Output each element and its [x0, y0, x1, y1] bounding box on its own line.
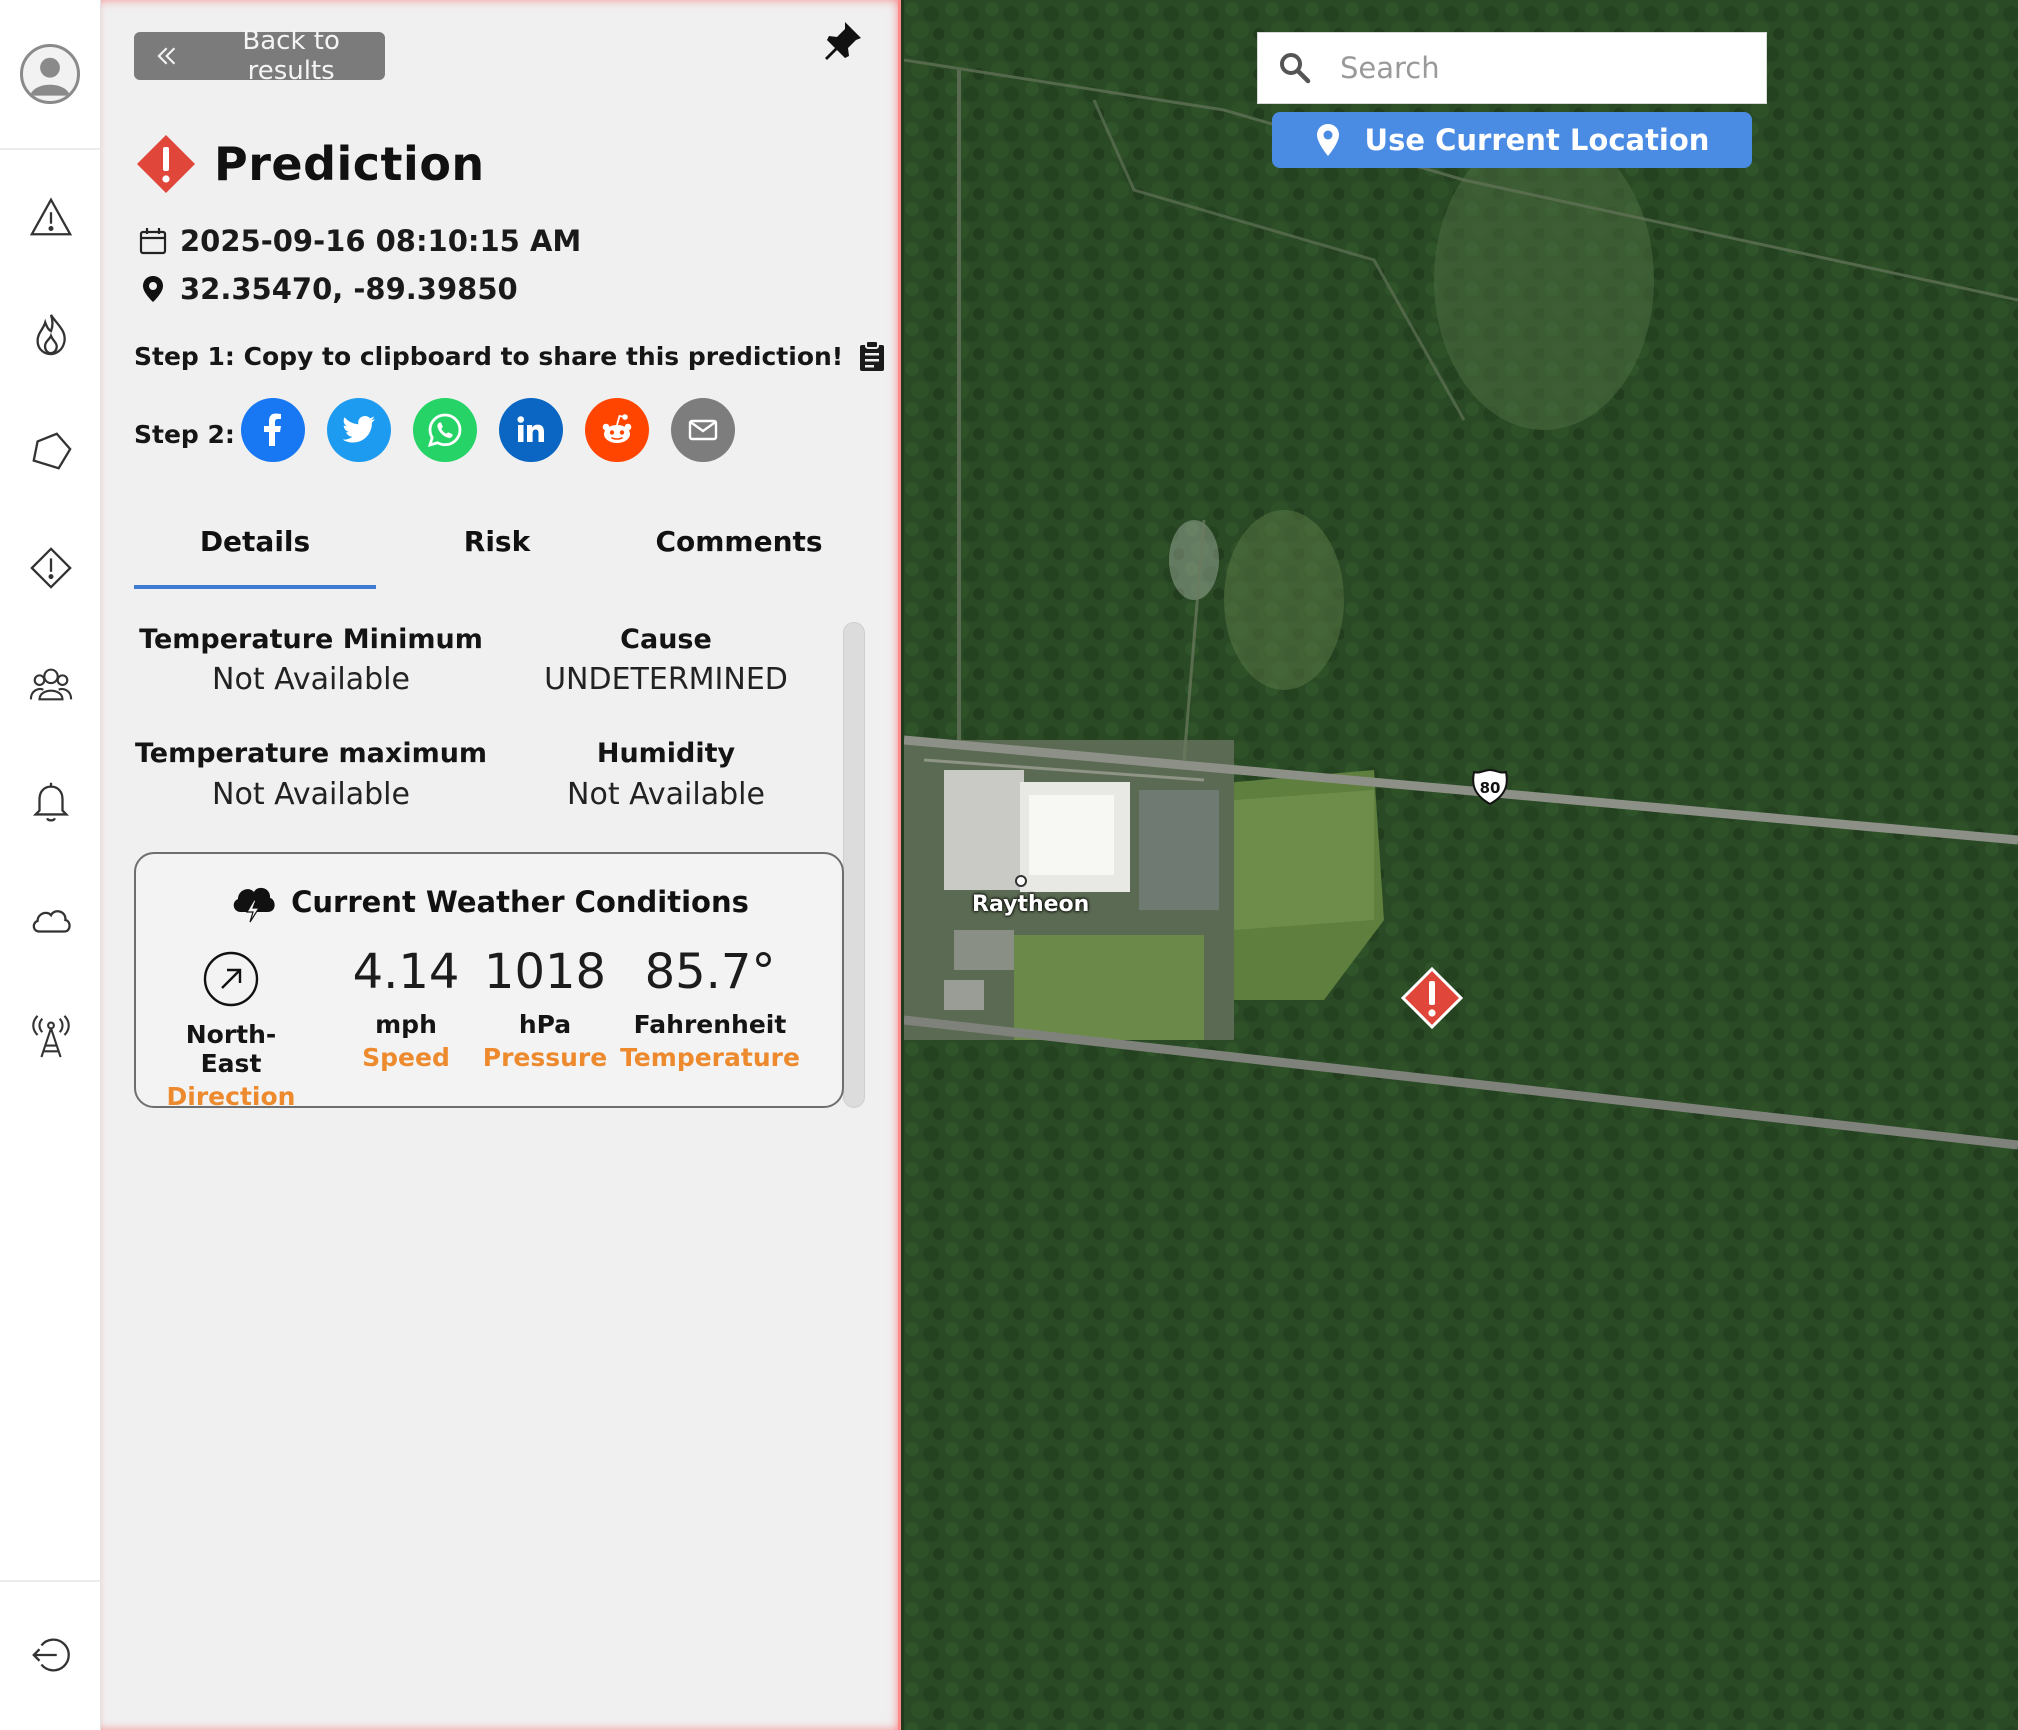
cloud-icon[interactable]	[27, 896, 75, 944]
temperature-maximum-label: Temperature maximum	[134, 738, 488, 769]
search-input[interactable]	[1340, 51, 1740, 85]
double-chevron-left-icon	[157, 47, 176, 65]
temperature-minimum-label: Temperature Minimum	[139, 624, 483, 655]
tab-details[interactable]: Details	[134, 525, 376, 558]
facebook-icon	[264, 413, 281, 446]
highway-shield-number: 80	[1480, 779, 1501, 797]
whatsapp-icon	[427, 413, 462, 448]
back-to-results-button[interactable]: Back to results	[134, 26, 385, 86]
temperature: 85.7° Fahrenheit Temperature	[620, 942, 800, 1072]
speed-unit: mph	[375, 1010, 437, 1039]
rail-divider	[0, 1580, 101, 1582]
humidity-value: Not Available	[567, 777, 765, 812]
community-icon[interactable]	[27, 660, 75, 708]
tab-risk[interactable]: Risk	[376, 525, 618, 558]
temperature-minimum-value: Not Available	[212, 662, 410, 697]
direction-arrow-icon	[203, 951, 259, 1007]
weather-title: Current Weather Conditions	[136, 880, 842, 924]
prediction-coordinates: 32.35470, -89.39850	[138, 272, 518, 306]
alert-diamond-icon	[137, 135, 195, 193]
back-to-results-label: Back to results	[242, 26, 340, 86]
map-search-box[interactable]	[1257, 32, 1767, 104]
polygon-icon[interactable]	[27, 427, 75, 475]
facebook-share-button[interactable]	[241, 398, 305, 462]
speed-caption: Speed	[362, 1043, 450, 1072]
temperature-maximum-value: Not Available	[212, 777, 410, 812]
current-weather-card: Current Weather Conditions North-East Di…	[134, 852, 844, 1111]
datetime-value: 2025-09-16 08:10:15 AM	[180, 224, 582, 258]
temperature-caption: Temperature	[620, 1043, 800, 1072]
temperature-value: 85.7°	[644, 944, 776, 1000]
tab-comments[interactable]: Comments	[618, 525, 860, 558]
prediction-datetime: 2025-09-16 08:10:15 AM	[138, 224, 581, 258]
wind-direction: North-East Direction	[156, 950, 306, 1111]
location-pin-icon	[143, 276, 163, 302]
details-scrollbar[interactable]	[843, 622, 865, 1108]
search-icon	[1280, 53, 1311, 84]
step-2-text: Step 2:	[134, 420, 235, 449]
pressure: 1018 hPa Pressure	[470, 942, 620, 1072]
pressure-caption: Pressure	[482, 1043, 608, 1072]
pin-icon[interactable]	[819, 18, 865, 64]
storm-cloud-icon	[233, 887, 275, 923]
warning-diamond-icon[interactable]	[27, 544, 75, 592]
coordinates-value: 32.35470, -89.39850	[180, 272, 518, 306]
wind-speed: 4.14 mph Speed	[336, 942, 476, 1072]
pressure-value: 1018	[483, 944, 607, 1000]
cause-label: Cause	[620, 624, 712, 655]
satellite-map[interactable]: Use Current Location Raytheon 80	[904, 0, 2018, 1730]
active-tab-indicator	[134, 585, 376, 589]
clipboard-icon[interactable]	[857, 340, 887, 372]
email-icon	[688, 419, 718, 441]
calendar-icon	[139, 228, 167, 255]
poi-marker[interactable]	[1015, 875, 1027, 887]
email-share-button[interactable]	[671, 398, 735, 462]
share-step-1: Step 1: Copy to clipboard to share this …	[134, 340, 887, 372]
prediction-heading: Prediction	[134, 132, 485, 196]
twitter-share-button[interactable]	[327, 398, 391, 462]
humidity-label: Humidity	[596, 738, 736, 769]
pressure-unit: hPa	[518, 1010, 572, 1039]
whatsapp-share-button[interactable]	[413, 398, 477, 462]
step-1-text: Step 1: Copy to clipboard to share this …	[134, 341, 844, 371]
user-avatar-icon[interactable]	[20, 44, 80, 104]
alert-triangle-icon[interactable]	[27, 193, 75, 241]
fire-icon[interactable]	[27, 310, 75, 358]
satellite-imagery	[904, 0, 2018, 1730]
bell-icon[interactable]	[27, 777, 75, 825]
icon-rail	[0, 0, 101, 1730]
direction-caption: Direction	[166, 1082, 296, 1111]
twitter-icon	[342, 415, 375, 443]
poi-label: Raytheon	[972, 892, 1090, 917]
linkedin-icon	[517, 416, 544, 442]
antenna-icon[interactable]	[27, 1012, 75, 1060]
temperature-unit: Fahrenheit	[633, 1010, 787, 1039]
linkedin-share-button[interactable]	[499, 398, 563, 462]
speed-value: 4.14	[352, 944, 460, 1000]
location-pin-icon	[1316, 124, 1339, 156]
rail-divider	[0, 148, 101, 150]
page-title: Prediction	[214, 137, 485, 191]
prediction-panel: Back to results Prediction 2025-09-16 08…	[101, 0, 901, 1730]
reddit-share-button[interactable]	[585, 398, 649, 462]
weather-title-text: Current Weather Conditions	[291, 885, 749, 919]
use-current-location-label: Use Current Location	[1364, 123, 1710, 157]
prediction-marker-icon[interactable]	[1400, 966, 1464, 1030]
direction-value: North-East	[185, 1020, 277, 1078]
logout-icon[interactable]	[27, 1631, 75, 1679]
cause-value: UNDETERMINED	[544, 662, 788, 697]
use-current-location-button[interactable]: Use Current Location	[1272, 112, 1752, 168]
reddit-icon	[602, 414, 632, 443]
highway-shield-icon: 80	[1472, 768, 1508, 806]
